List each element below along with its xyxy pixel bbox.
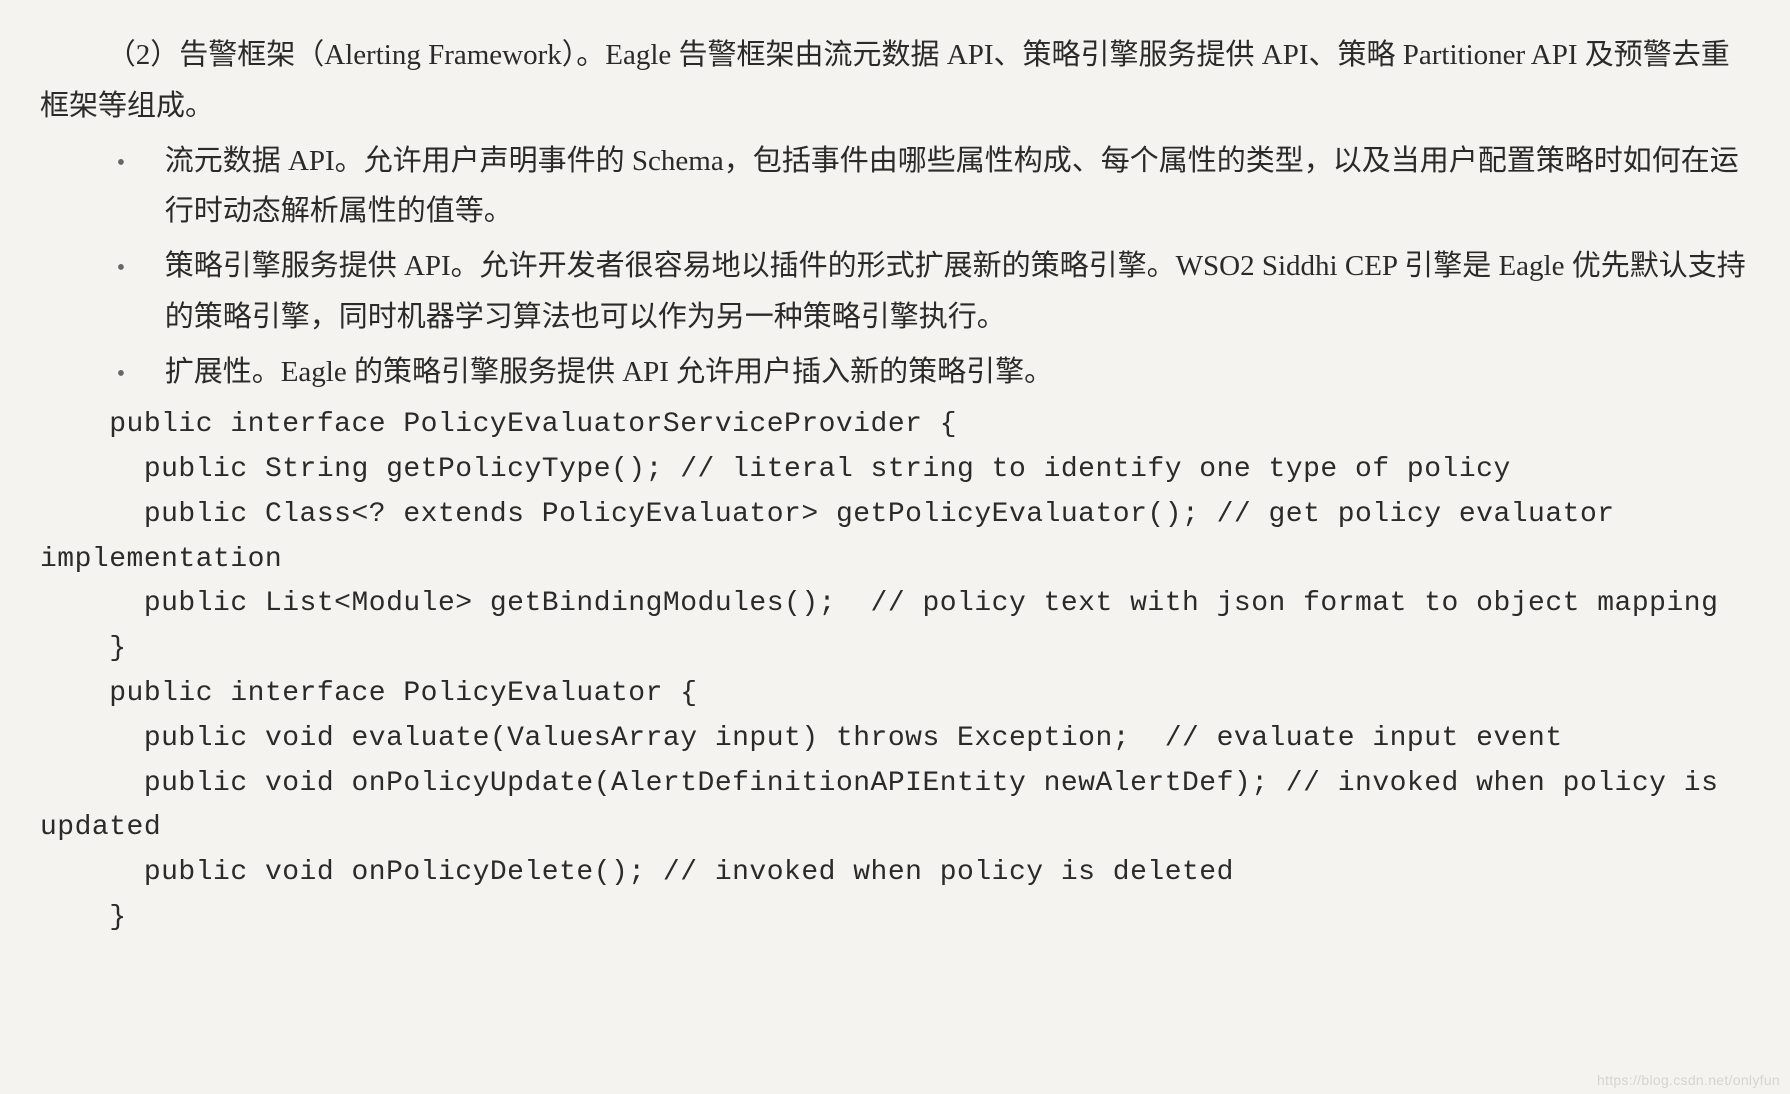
watermark-text: https://blog.csdn.net/onlyfun xyxy=(1597,1072,1780,1088)
bullet-item-3: 扩展性。Eagle 的策略引擎服务提供 API 允许用户插入新的策略引擎。 xyxy=(40,347,1750,398)
bullet-item-1: 流元数据 API。允许用户声明事件的 Schema，包括事件由哪些属性构成、每个… xyxy=(40,136,1750,238)
bullet-item-2: 策略引擎服务提供 API。允许开发者很容易地以插件的形式扩展新的策略引擎。WSO… xyxy=(40,241,1750,343)
document-content: （2）告警框架（Alerting Framework）。Eagle 告警框架由流… xyxy=(40,30,1750,941)
paragraph-intro: （2）告警框架（Alerting Framework）。Eagle 告警框架由流… xyxy=(40,30,1750,132)
code-snippet: public interface PolicyEvaluatorServiceP… xyxy=(40,403,1750,941)
